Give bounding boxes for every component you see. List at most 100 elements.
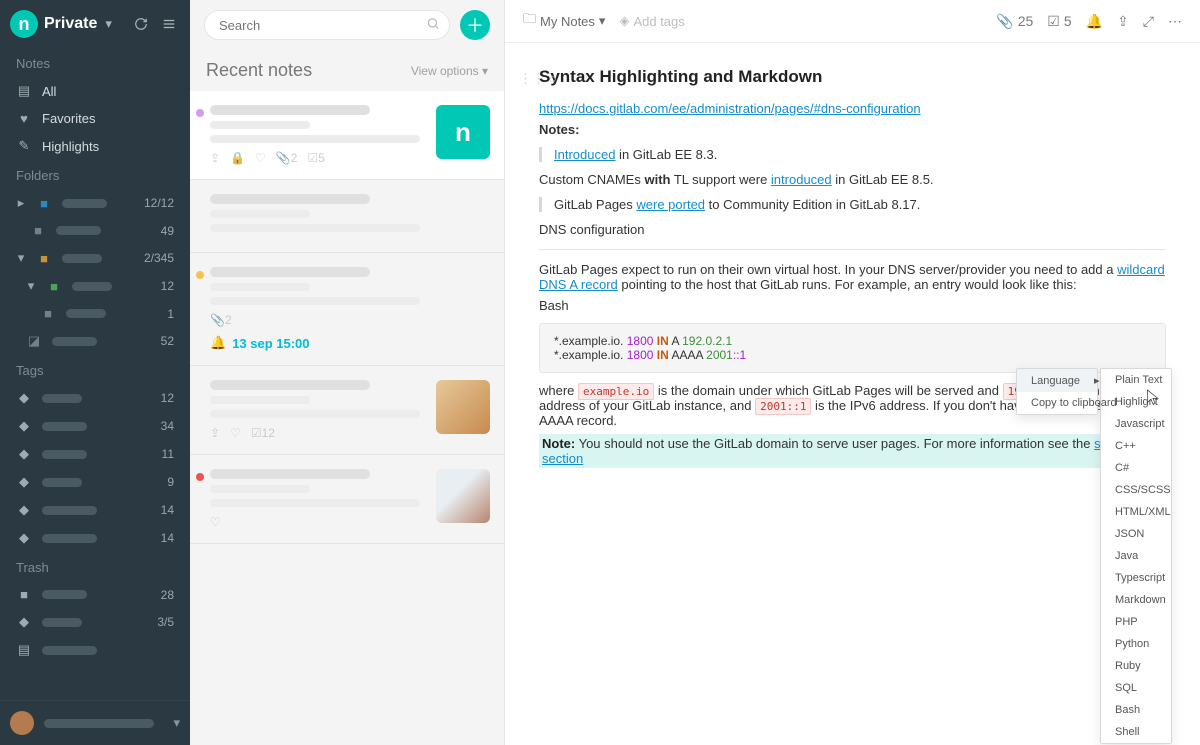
introduced-link[interactable]: Introduced bbox=[554, 147, 615, 162]
code-context-menu[interactable]: Language▸Copy to clipboard bbox=[1016, 368, 1098, 415]
note-card[interactable]: ⇪ ♡ ☑12 bbox=[190, 366, 504, 455]
note-icon: ▤ bbox=[16, 83, 32, 99]
tag-count: 12 bbox=[161, 391, 174, 405]
language-menu[interactable]: Plain TextHighlightJavascriptC++C#CSS/SC… bbox=[1100, 368, 1172, 744]
tag-item[interactable]: ◆14 bbox=[12, 524, 178, 552]
tag-item[interactable]: ◆11 bbox=[12, 440, 178, 468]
code-text: ::1 bbox=[733, 348, 746, 362]
menu-item[interactable]: Typescript bbox=[1101, 567, 1171, 589]
menu-item[interactable]: Markdown bbox=[1101, 589, 1171, 611]
menu-item[interactable]: JSON bbox=[1101, 523, 1171, 545]
menu-item[interactable]: Shell bbox=[1101, 721, 1171, 743]
todo-button[interactable]: ☑5 bbox=[1047, 13, 1071, 30]
add-note-button[interactable]: ＋ bbox=[460, 10, 490, 40]
menu-item[interactable]: Java bbox=[1101, 545, 1171, 567]
nav-favorites[interactable]: ♥ Favorites bbox=[12, 105, 178, 132]
doc-link[interactable]: https://docs.gitlab.com/ee/administratio… bbox=[539, 101, 921, 116]
menu-item[interactable]: HTML/XML bbox=[1101, 501, 1171, 523]
folder-item[interactable]: ◪ 52 bbox=[12, 327, 178, 355]
view-options[interactable]: View options ▾ bbox=[411, 64, 488, 78]
note-card[interactable]: ♡ bbox=[190, 455, 504, 544]
menu-item[interactable]: Ruby bbox=[1101, 655, 1171, 677]
drag-handle-icon[interactable]: ⋮⋮ ○ bbox=[519, 71, 556, 87]
chevron-right-icon[interactable]: ▸ bbox=[16, 195, 26, 211]
menu-item[interactable]: Python bbox=[1101, 633, 1171, 655]
nav-all[interactable]: ▤ All bbox=[12, 77, 178, 105]
expand-button[interactable]: ⤢ bbox=[1143, 13, 1154, 30]
tag-icon: ◆ bbox=[16, 446, 32, 462]
tag-item[interactable]: ◆9 bbox=[12, 468, 178, 496]
breadcrumb[interactable]: 🗀 My Notes ▾ bbox=[523, 10, 605, 32]
trash-item[interactable]: ■28 bbox=[12, 581, 178, 608]
tag-item[interactable]: ◆34 bbox=[12, 412, 178, 440]
highlight-icon: ✎ bbox=[16, 138, 32, 154]
note-card[interactable]: n ⇪ 🔒 ♡ 📎2 ☑5 bbox=[190, 91, 504, 180]
inline-code: 2001::1 bbox=[755, 398, 811, 415]
menu-item[interactable]: C# bbox=[1101, 457, 1171, 479]
introduced-link[interactable]: introduced bbox=[771, 172, 832, 187]
sync-icon[interactable] bbox=[130, 13, 152, 35]
menu-item[interactable]: Copy to clipboard bbox=[1017, 392, 1097, 414]
menu-item[interactable]: SQL bbox=[1101, 677, 1171, 699]
note-thumbnail bbox=[436, 380, 490, 434]
highlight-text: Note: You should not use the GitLab doma… bbox=[539, 434, 1166, 468]
folder-item[interactable]: ▾ ■ 12 bbox=[12, 272, 178, 300]
folder-name-placeholder bbox=[72, 282, 112, 291]
search-input[interactable] bbox=[204, 10, 450, 40]
heart-icon: ♡ bbox=[230, 426, 241, 440]
search-icon[interactable] bbox=[426, 17, 440, 34]
notes-list[interactable]: n ⇪ 🔒 ♡ 📎2 ☑5 📎2 🔔 13 sep bbox=[190, 91, 504, 745]
menu-item[interactable]: Bash bbox=[1101, 699, 1171, 721]
menu-item[interactable]: Language▸ bbox=[1017, 369, 1097, 392]
menu-item[interactable]: Javascript bbox=[1101, 413, 1171, 435]
menu-item[interactable]: C++ bbox=[1101, 435, 1171, 457]
folder-item[interactable]: ■ 1 bbox=[12, 300, 178, 327]
attachment-icon: 📎2 bbox=[210, 313, 232, 327]
menu-item[interactable]: Plain Text bbox=[1101, 369, 1171, 391]
text: GitLab Pages expect to run on their own … bbox=[539, 262, 1117, 277]
folder-item[interactable]: ■ 49 bbox=[12, 217, 178, 244]
code-block[interactable]: *.example.io. 1800 IN A 192.0.2.1 *.exam… bbox=[539, 323, 1166, 373]
workspace-name[interactable]: Private bbox=[44, 15, 97, 33]
menu-icon[interactable] bbox=[158, 13, 180, 35]
text: GitLab Pages bbox=[554, 197, 636, 212]
attachments-button[interactable]: 📎25 bbox=[996, 13, 1033, 30]
chevron-down-icon[interactable]: ▾ bbox=[105, 16, 112, 32]
more-button[interactable]: ⋯ bbox=[1168, 13, 1182, 30]
quote-block: GitLab Pages were ported to Community Ed… bbox=[539, 197, 1166, 212]
chevron-down-icon[interactable]: ▾ bbox=[26, 278, 36, 294]
menu-item[interactable]: CSS/SCSS bbox=[1101, 479, 1171, 501]
tag-name-placeholder bbox=[42, 478, 82, 487]
add-tags[interactable]: ◈ Add tags bbox=[619, 13, 684, 29]
text: where bbox=[539, 383, 578, 398]
share-icon: ⇪ bbox=[1117, 13, 1129, 30]
tag-count: 14 bbox=[161, 531, 174, 545]
todo-icon: ☑ bbox=[1047, 13, 1060, 30]
note-title-placeholder bbox=[210, 105, 370, 115]
trash-item[interactable]: ▤ bbox=[12, 636, 178, 664]
tag-name-placeholder bbox=[42, 394, 82, 403]
ported-link[interactable]: were ported bbox=[636, 197, 705, 212]
note-card[interactable] bbox=[190, 180, 504, 253]
document[interactable]: ⋮⋮ ○ Syntax Highlighting and Markdown ht… bbox=[505, 43, 1200, 745]
trash-item[interactable]: ◆3/5 bbox=[12, 608, 178, 636]
tag-icon: ◆ bbox=[16, 614, 32, 630]
note-card[interactable]: 📎2 🔔 13 sep 15:00 bbox=[190, 253, 504, 366]
note-title-placeholder bbox=[210, 380, 370, 390]
chevron-down-icon[interactable]: ▾ bbox=[173, 715, 180, 731]
text: You should not use the GitLab domain to … bbox=[575, 436, 1094, 451]
menu-item[interactable]: PHP bbox=[1101, 611, 1171, 633]
sidebar-header: n Private ▾ bbox=[0, 0, 190, 48]
tag-item[interactable]: ◆12 bbox=[12, 384, 178, 412]
nav-highlights[interactable]: ✎ Highlights bbox=[12, 132, 178, 160]
folder-item[interactable]: ▸ ■ 12/12 bbox=[12, 189, 178, 217]
sidebar-footer[interactable]: ▾ bbox=[0, 700, 190, 745]
folder-item[interactable]: ▾ ■ 2/345 bbox=[12, 244, 178, 272]
code-text: 192.0.2.1 bbox=[682, 334, 732, 348]
tag-item[interactable]: ◆14 bbox=[12, 496, 178, 524]
share-button[interactable]: ⇪ bbox=[1117, 13, 1129, 30]
notifications-button[interactable]: 🔔 bbox=[1086, 13, 1103, 30]
user-avatar[interactable] bbox=[10, 711, 34, 735]
chevron-down-icon[interactable]: ▾ bbox=[16, 250, 26, 266]
code-text: *.example.io. bbox=[554, 348, 623, 362]
